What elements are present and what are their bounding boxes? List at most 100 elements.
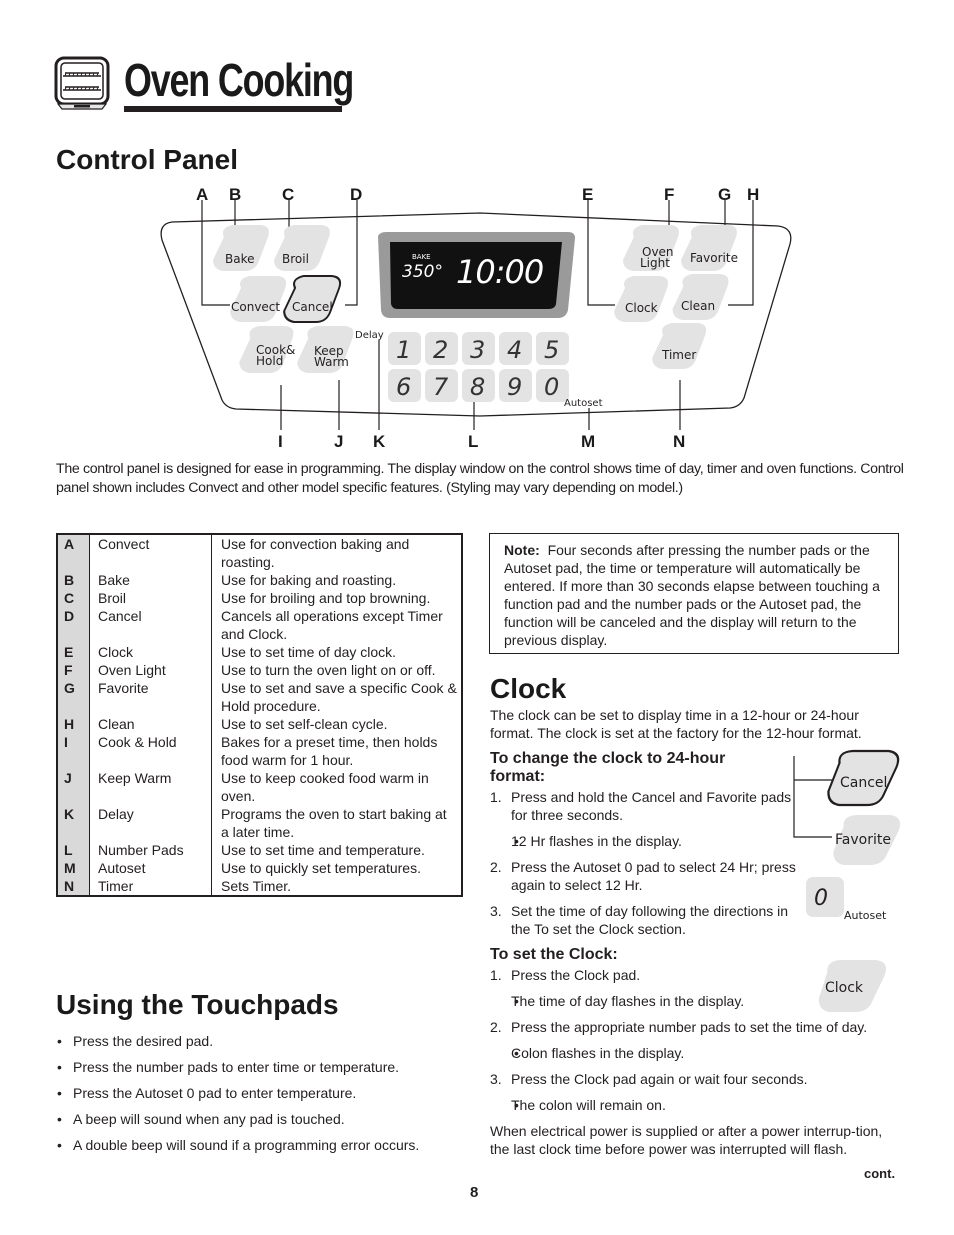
svg-text:Cancel: Cancel [292, 300, 333, 314]
delay-label: Delay [355, 330, 384, 341]
number-pad-9[interactable]: 9 [499, 369, 532, 402]
cell-name: Favorite [89, 679, 212, 715]
clock-heading: Clock [490, 673, 567, 704]
table-row: J Keep Warm Use to keep cooked food warm i… [58, 769, 461, 805]
svg-text:Clock: Clock [825, 980, 864, 996]
number-pad-2[interactable]: 2 [425, 332, 458, 365]
svg-text:5: 5 [544, 336, 559, 364]
step-text: Set the time of day following the direct… [511, 903, 789, 937]
cell-letter: J [58, 769, 90, 805]
table-row: D Cancel Cancels all operations except Tim… [58, 607, 461, 643]
svg-text:Hold: Hold [256, 354, 283, 368]
table-row: G Favorite Use to set and save a specific … [58, 679, 461, 715]
callout-h: H [747, 185, 759, 204]
svg-text:Warm: Warm [314, 355, 349, 369]
table-row: H Clean Use to set self-clean cycle. [58, 715, 461, 733]
clock-pad-illustrations: Cancel Favorite 0 Autoset Clock [793, 749, 901, 1012]
display-temperature: 350° [402, 262, 443, 282]
callout-m: M [581, 432, 595, 451]
number-pad-8[interactable]: 8 [462, 369, 495, 402]
step-text: Press the Autoset 0 pad to select 24 Hr;… [511, 859, 796, 893]
step-number: 3. [490, 903, 502, 919]
number-pad-4[interactable]: 4 [499, 332, 532, 365]
zero-pad-illustration: 0 Autoset [806, 877, 887, 922]
step-sub-bullet: Colon flashes in the display. [490, 1044, 900, 1062]
step-text: Press the Clock pad. [511, 967, 641, 983]
svg-text:Timer: Timer [661, 348, 696, 362]
cell-name: Oven Light [89, 661, 212, 679]
table-row: M Autoset Use to quickly set temperatures. [58, 859, 461, 877]
cell-desc: Use for convection baking and roasting. [211, 535, 461, 571]
step-item: 3. Press the Clock pad again or wait four… [490, 1070, 900, 1088]
table-row: C Broil Use for broiling and top browning. [58, 589, 461, 607]
step-number: 1. [490, 789, 502, 805]
touchpad-list: Press the desired pad. Press the number p… [56, 1032, 476, 1162]
cell-name: Delay [89, 805, 212, 841]
cell-letter: M [58, 859, 90, 877]
cell-desc: Use to turn the oven light on or off. [211, 661, 461, 679]
page-number: 8 [470, 1184, 479, 1201]
clock-intro: The clock can be set to display time in … [490, 707, 862, 741]
favorite-pad-illustration: Favorite [833, 815, 901, 865]
number-pad-7[interactable]: 7 [425, 369, 458, 402]
cell-name: Number Pads [89, 841, 212, 859]
list-item: A beep will sound when any pad is touche… [56, 1110, 476, 1128]
cell-name: Broil [89, 589, 212, 607]
step-item: 3. Set the time of day following the dire… [490, 902, 800, 938]
callout-d: D [350, 185, 362, 204]
cell-letter: D [58, 607, 90, 643]
list-item: A double beep will sound if a programmin… [56, 1136, 476, 1154]
svg-text:Bake: Bake [225, 252, 255, 266]
svg-text:4: 4 [507, 336, 522, 364]
list-item: Press the number pads to enter time or t… [56, 1058, 476, 1076]
svg-text:9: 9 [507, 373, 522, 401]
display-window: BAKE 350° 10:00 [378, 232, 575, 318]
cell-desc: Use for baking and roasting. [211, 571, 461, 589]
list-item: Press the Autoset 0 pad to enter tempera… [56, 1084, 476, 1102]
control-panel-diagram: A B C D E F G H I J K L M N Bake Broil C… [160, 185, 792, 451]
number-pad-1[interactable]: 1 [388, 332, 421, 365]
number-pad-3[interactable]: 3 [462, 332, 495, 365]
table-row: I Cook & Hold Bakes for a preset time, the… [58, 733, 461, 769]
cell-letter: C [58, 589, 90, 607]
table-row: N Timer Sets Timer. [58, 877, 461, 895]
svg-text:1: 1 [396, 336, 411, 364]
callout-l: L [468, 432, 478, 451]
note-text: Four seconds after pressing the number p… [504, 542, 880, 648]
callout-b: B [229, 185, 241, 204]
title-underline [124, 106, 342, 112]
cell-name: Clean [89, 715, 212, 733]
step-number: 1. [490, 967, 502, 983]
callout-f: F [664, 185, 674, 204]
cell-letter: L [58, 841, 90, 859]
table-row: A Convect Use for convection baking and ro… [58, 535, 461, 571]
table-row: K Delay Programs the oven to start baking … [58, 805, 461, 841]
cell-desc: Use to set time of day clock. [211, 643, 461, 661]
number-pad-6[interactable]: 6 [388, 369, 421, 402]
note-label: Note: [504, 542, 540, 558]
table-row: L Number Pads Use to set time and temperat… [58, 841, 461, 859]
table-row: F Oven Light Use to turn the oven light on… [58, 661, 461, 679]
number-pad-5[interactable]: 5 [536, 332, 569, 365]
oven-icon [54, 56, 110, 110]
cell-desc: Use to set and save a specific Cook & Ho… [211, 679, 461, 715]
step-sub-bullet: 12 Hr flashes in the display. [490, 832, 800, 850]
svg-text:Autoset: Autoset [844, 909, 887, 922]
step-text: Press and hold the Cancel and Favorite p… [511, 789, 792, 823]
step-item: 1. Press and hold the Cancel and Favorite… [490, 788, 800, 824]
svg-text:Favorite: Favorite [835, 832, 891, 848]
cell-letter: K [58, 805, 90, 841]
cell-desc: Cancels all operations except Timer and … [211, 607, 461, 643]
svg-text:Light: Light [640, 256, 670, 270]
cell-letter: G [58, 679, 90, 715]
cell-letter: B [58, 571, 90, 589]
cell-name: Cook & Hold [89, 733, 212, 769]
cell-letter: I [58, 733, 90, 769]
clock-pad-illustration: Clock [818, 960, 886, 1012]
table-row: B Bake Use for baking and roasting. [58, 571, 461, 589]
table-row: E Clock Use to set time of day clock. [58, 643, 461, 661]
cell-letter: H [58, 715, 90, 733]
callout-n: N [673, 432, 685, 451]
svg-text:0: 0 [814, 886, 828, 911]
touchpads-heading: Using the Touchpads [56, 989, 339, 1020]
